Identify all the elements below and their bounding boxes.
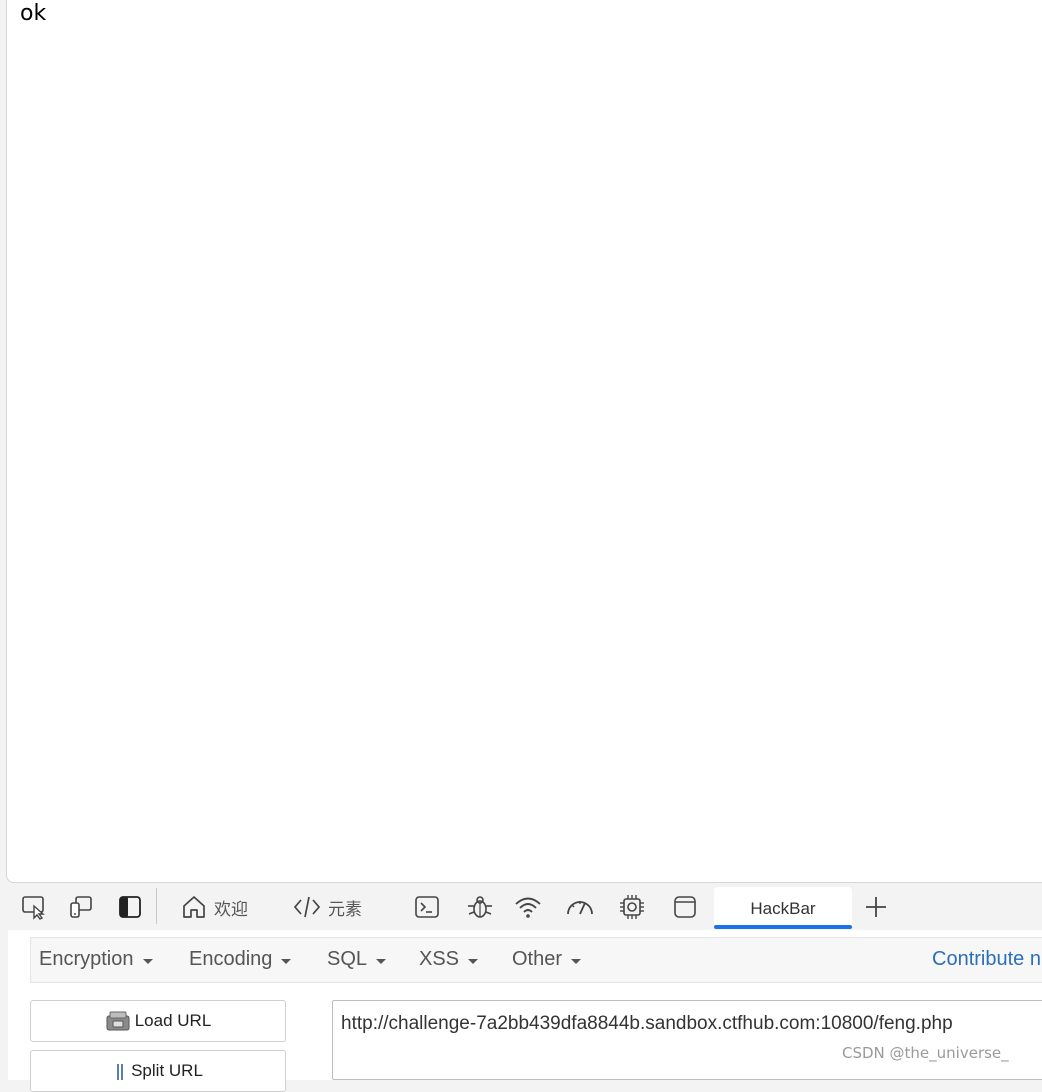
console-icon[interactable] — [412, 892, 442, 922]
network-icon[interactable] — [513, 892, 543, 922]
page-body-text: ok — [20, 1, 47, 26]
menu-xss[interactable]: XSS — [419, 948, 479, 971]
home-icon — [183, 896, 205, 918]
bug-icon[interactable] — [465, 892, 495, 922]
toolbar-separator — [156, 888, 157, 924]
inspect-icon[interactable] — [19, 892, 49, 922]
caret-down-icon — [571, 958, 582, 964]
split-url-label: Split URL — [131, 1061, 203, 1080]
split-url-button[interactable]: Split URL — [30, 1050, 286, 1092]
caret-down-icon — [142, 958, 153, 964]
device-emulation-icon[interactable] — [66, 892, 96, 922]
add-tab-icon[interactable] — [861, 892, 891, 922]
devtools-toolbar: 欢迎 元素 HackBar — [0, 884, 1042, 930]
code-icon — [293, 896, 321, 918]
menu-xss-label: XSS — [419, 948, 460, 970]
caret-down-icon — [376, 958, 387, 964]
dock-side-icon[interactable] — [115, 892, 145, 922]
hackbar-menubar: Encryption Encoding SQL XSS Other Contri… — [30, 937, 1042, 983]
caret-down-icon — [468, 958, 479, 964]
memory-icon[interactable] — [617, 892, 647, 922]
tab-hackbar[interactable]: HackBar — [714, 887, 852, 929]
load-url-label: Load URL — [134, 1011, 212, 1030]
active-tab-indicator — [714, 925, 852, 929]
menu-other-label: Other — [512, 948, 563, 970]
split-url-icon — [117, 1064, 124, 1080]
menu-encryption[interactable]: Encryption — [39, 948, 153, 971]
menu-encryption-label: Encryption — [39, 948, 134, 970]
menu-sql-label: SQL — [327, 948, 368, 970]
performance-icon[interactable] — [565, 892, 595, 922]
tab-elements-label: 元素 — [328, 899, 362, 920]
csdn-watermark: CSDN @the_universe_ — [842, 1044, 1009, 1062]
page-viewport: ok — [6, 0, 1042, 883]
menu-encoding-label: Encoding — [189, 948, 273, 970]
tab-elements[interactable]: 元素 — [292, 892, 362, 922]
tab-hackbar-label: HackBar — [750, 899, 816, 918]
tab-welcome-label: 欢迎 — [214, 899, 248, 920]
menu-encoding[interactable]: Encoding — [189, 948, 292, 971]
load-url-icon — [106, 1011, 130, 1031]
load-url-button[interactable]: Load URL — [30, 1000, 286, 1042]
tab-welcome[interactable]: 欢迎 — [180, 892, 248, 922]
menu-other[interactable]: Other — [512, 948, 582, 971]
url-value: http://challenge-7a2bb439dfa8844b.sandbo… — [341, 1013, 953, 1034]
contribute-link[interactable]: Contribute n — [932, 948, 1041, 971]
url-textarea[interactable]: http://challenge-7a2bb439dfa8844b.sandbo… — [332, 1000, 1042, 1080]
caret-down-icon — [281, 958, 292, 964]
menu-sql[interactable]: SQL — [327, 948, 387, 971]
application-icon[interactable] — [670, 892, 700, 922]
